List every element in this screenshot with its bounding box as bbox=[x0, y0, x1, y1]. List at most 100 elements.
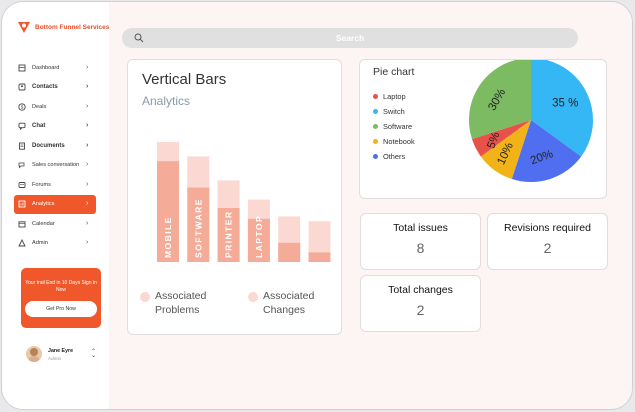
bar-label: PRINTER bbox=[224, 210, 234, 258]
stat-value: 2 bbox=[543, 240, 552, 256]
chevron-right-icon: › bbox=[86, 83, 89, 91]
sidebar-item-dashboard[interactable]: Dashboard › bbox=[14, 58, 96, 78]
pie-legend-notebook: Notebook bbox=[373, 134, 415, 149]
legend-label: Associated Changes bbox=[263, 290, 315, 316]
chevron-right-icon: › bbox=[86, 161, 89, 169]
bar-label: MOBILE bbox=[163, 216, 173, 258]
legend-label: Others bbox=[383, 152, 406, 161]
chevron-right-icon: › bbox=[86, 219, 89, 227]
sidebar-item-sales-conversation[interactable]: Sales conversation › bbox=[14, 156, 96, 176]
sidebar-item-label: Analytics bbox=[32, 201, 55, 208]
sidebar-item-calendar[interactable]: Calendar › bbox=[14, 214, 96, 234]
pie-label-switch: 35 % bbox=[552, 98, 578, 110]
calendar-icon bbox=[18, 220, 26, 228]
bar-label: LAPTOP bbox=[254, 215, 264, 258]
sidebar-item-admin[interactable]: Admin › bbox=[14, 234, 96, 254]
pie-chart-card: 35 % 20% 10% 5% 30% Pie chart Laptop Switch So… bbox=[359, 59, 607, 199]
sidebar-item-label: Sales conversation bbox=[32, 162, 80, 169]
legend-dot bbox=[248, 292, 258, 302]
user-profile[interactable]: Jane Eyre Admin ⌃ ⌄ bbox=[26, 346, 96, 362]
legend-label: Notebook bbox=[383, 137, 415, 146]
bar-label: SOFTWARE bbox=[193, 198, 203, 258]
sidebar-item-documents[interactable]: Documents › bbox=[14, 136, 96, 156]
avatar bbox=[26, 346, 42, 362]
pie-legend-laptop: Laptop bbox=[373, 89, 415, 104]
stat-total-issues: Total issues 8 bbox=[360, 213, 481, 270]
legend-label: Associated Problems bbox=[155, 290, 207, 316]
expand-collapse-icon[interactable]: ⌃ ⌄ bbox=[91, 349, 96, 359]
sidebar-item-chat[interactable]: Chat › bbox=[14, 117, 96, 137]
legend-label: Software bbox=[383, 122, 413, 131]
main-content: Search MOBILE SOFTWARE PRINTER LAPTOP Verti… bbox=[109, 2, 632, 409]
sidebar-item-label: Chat bbox=[32, 123, 46, 130]
user-name: Jane Eyre bbox=[48, 347, 74, 354]
pie-title: Pie chart bbox=[373, 66, 415, 78]
legend-dot bbox=[373, 94, 378, 99]
sidebar-item-label: Deals bbox=[32, 103, 47, 110]
chevron-right-icon: › bbox=[86, 200, 89, 208]
chevron-right-icon: › bbox=[86, 102, 89, 110]
bars-subtitle: Analytics bbox=[142, 94, 191, 108]
search-input[interactable]: Search bbox=[122, 33, 578, 43]
svg-text:$: $ bbox=[21, 104, 24, 109]
legend-dot bbox=[373, 154, 378, 159]
stat-value: 8 bbox=[416, 240, 425, 256]
contacts-icon bbox=[18, 83, 26, 91]
conversation-icon bbox=[18, 161, 26, 169]
legend-dot bbox=[373, 139, 378, 144]
legend-label: Switch bbox=[383, 107, 405, 116]
document-icon bbox=[18, 142, 26, 150]
forum-icon bbox=[18, 181, 26, 189]
admin-icon bbox=[18, 239, 26, 247]
grid-icon bbox=[18, 64, 26, 72]
sidebar-item-deals[interactable]: $ Deals › bbox=[14, 97, 96, 117]
chevron-right-icon: › bbox=[86, 141, 89, 149]
sidebar-nav: Dashboard › Contacts › $ Deals › Chat › Documents… bbox=[14, 58, 96, 253]
dollar-icon: $ bbox=[18, 103, 26, 111]
sidebar-item-label: Contacts bbox=[32, 84, 58, 91]
brand-name: Bottom Funnel Services bbox=[35, 23, 110, 31]
promo-text: Your trail End in 10 Days Sign in Now bbox=[25, 280, 97, 293]
stat-label: Total issues bbox=[393, 222, 448, 234]
legend-dot bbox=[373, 109, 378, 114]
chat-icon bbox=[18, 122, 26, 131]
pie-legend-switch: Switch bbox=[373, 104, 415, 119]
sidebar-item-label: Calendar bbox=[32, 220, 55, 227]
pie-legend-others: Others bbox=[373, 149, 415, 164]
app-window: Bottom Funnel Services Dashboard › Contact… bbox=[1, 1, 633, 410]
sidebar: Bottom Funnel Services Dashboard › Contact… bbox=[2, 2, 109, 409]
bar-problems-4 bbox=[278, 242, 301, 262]
sidebar-item-forums[interactable]: Forums › bbox=[14, 175, 96, 195]
chevron-right-icon: › bbox=[86, 122, 89, 130]
bar-problems-5 bbox=[308, 252, 331, 262]
pie-legend: Laptop Switch Software Notebook Others bbox=[373, 89, 415, 164]
user-info: Jane Eyre Admin bbox=[48, 348, 85, 361]
get-pro-button[interactable]: Get Pro Now bbox=[25, 301, 97, 317]
legend-label: Laptop bbox=[383, 92, 406, 101]
legend-dot bbox=[373, 124, 378, 129]
bars-title: Vertical Bars bbox=[142, 71, 227, 88]
sidebar-item-contacts[interactable]: Contacts › bbox=[14, 78, 96, 98]
legend-dot bbox=[140, 292, 150, 302]
stat-label: Revisions required bbox=[504, 222, 591, 234]
sidebar-item-label: Dashboard bbox=[32, 64, 60, 71]
sidebar-item-label: Admin bbox=[32, 240, 48, 247]
search-icon bbox=[134, 33, 144, 43]
stat-label: Total changes bbox=[388, 284, 453, 296]
sidebar-item-label: Documents bbox=[32, 142, 65, 149]
chevron-right-icon: › bbox=[86, 63, 89, 71]
pie-legend-software: Software bbox=[373, 119, 415, 134]
stat-revisions-required: Revisions required 2 bbox=[487, 213, 608, 270]
legend-associated-problems: Associated Problems bbox=[140, 289, 225, 317]
brand-logo[interactable]: Bottom Funnel Services bbox=[17, 20, 109, 34]
chevron-right-icon: › bbox=[86, 239, 89, 247]
legend-associated-changes: Associated Changes bbox=[248, 289, 325, 317]
promo-card: Your trail End in 10 Days Sign in Now Ge… bbox=[21, 268, 101, 328]
search-bar[interactable]: Search bbox=[122, 28, 578, 48]
analytics-icon bbox=[18, 200, 26, 208]
user-role: Admin bbox=[48, 355, 62, 361]
stat-total-changes: Total changes 2 bbox=[360, 275, 481, 332]
stat-value: 2 bbox=[416, 302, 425, 318]
chevron-right-icon: › bbox=[86, 180, 89, 188]
sidebar-item-analytics[interactable]: Analytics › bbox=[14, 194, 96, 214]
